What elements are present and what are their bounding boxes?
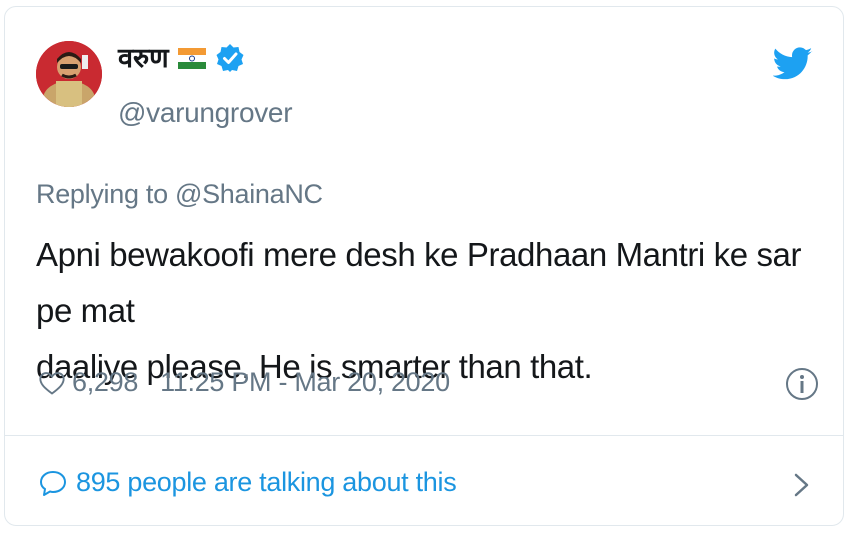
chevron-right-icon[interactable] — [791, 467, 813, 503]
conversation-link[interactable]: 895 people are talking about this — [38, 467, 457, 498]
talking-count[interactable]: 895 people are talking about this — [76, 467, 457, 498]
display-name[interactable]: वरुण — [118, 45, 169, 72]
avatar[interactable] — [36, 41, 102, 107]
speech-bubble-icon — [38, 468, 68, 498]
tweet-text-line: Apni bewakoofi mere desh ke Pradhaan Man… — [36, 236, 802, 329]
tweet-card[interactable]: वरुण @varungrover Replying to @ShainaNC … — [4, 6, 844, 526]
timestamp[interactable]: 11:25 PM - Mar 20, 2020 — [160, 367, 450, 398]
twitter-bird-icon[interactable] — [772, 47, 813, 81]
user-handle[interactable]: @varungrover — [118, 97, 293, 129]
divider — [5, 435, 843, 436]
verified-badge-icon — [215, 43, 245, 73]
india-flag-icon — [177, 43, 207, 73]
replying-to[interactable]: Replying to @ShainaNC — [36, 179, 323, 210]
info-icon[interactable] — [785, 367, 819, 401]
like-count[interactable]: 6,298 — [72, 367, 138, 398]
heart-icon[interactable] — [38, 369, 66, 397]
